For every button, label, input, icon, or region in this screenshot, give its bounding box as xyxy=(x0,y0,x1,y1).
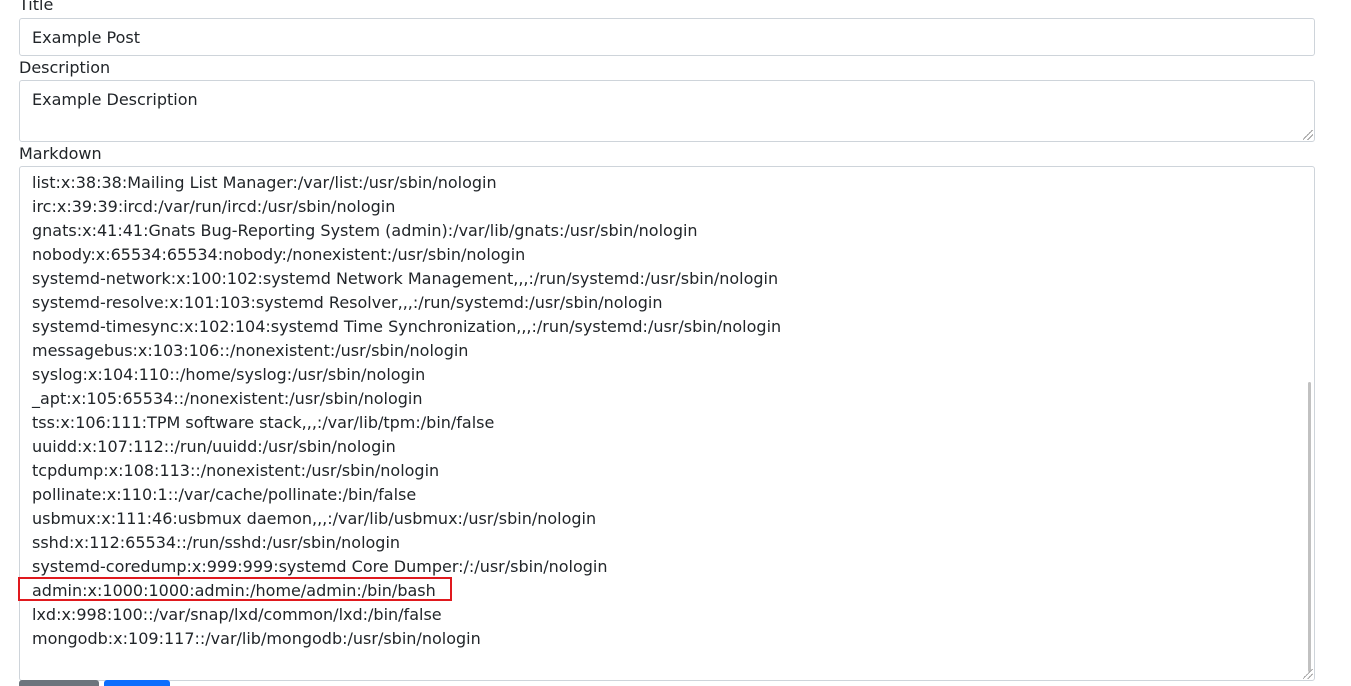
markdown-content: list:x:38:38:Mailing List Manager:/var/l… xyxy=(32,171,1302,651)
markdown-line: usbmux:x:111:46:usbmux daemon,,,:/var/li… xyxy=(32,509,597,528)
resize-grip-icon[interactable] xyxy=(1303,669,1313,679)
primary-button[interactable] xyxy=(104,680,170,686)
markdown-line: messagebus:x:103:106::/nonexistent:/usr/… xyxy=(32,341,469,360)
markdown-label: Markdown xyxy=(19,144,102,163)
markdown-line: lxd:x:998:100::/var/snap/lxd/common/lxd:… xyxy=(32,605,442,624)
markdown-line: sshd:x:112:65534::/run/sshd:/usr/sbin/no… xyxy=(32,533,401,552)
markdown-line: gnats:x:41:41:Gnats Bug-Reporting System… xyxy=(32,221,698,240)
markdown-line: admin:x:1000:1000:admin:/home/admin:/bin… xyxy=(32,581,436,600)
markdown-line: uuidd:x:107:112::/run/uuidd:/usr/sbin/no… xyxy=(32,437,396,456)
markdown-line: syslog:x:104:110::/home/syslog:/usr/sbin… xyxy=(32,365,426,384)
description-textarea[interactable]: Example Description xyxy=(19,80,1315,142)
title-label: Title xyxy=(19,0,54,14)
markdown-line: systemd-network:x:100:102:systemd Networ… xyxy=(32,269,779,288)
markdown-line: systemd-timesync:x:102:104:systemd Time … xyxy=(32,317,782,336)
markdown-line: tcpdump:x:108:113::/nonexistent:/usr/sbi… xyxy=(32,461,440,480)
markdown-line: tss:x:106:111:TPM software stack,,,:/var… xyxy=(32,413,495,432)
markdown-line: list:x:38:38:Mailing List Manager:/var/l… xyxy=(32,173,497,192)
markdown-line: mongodb:x:109:117::/var/lib/mongodb:/usr… xyxy=(32,629,481,648)
markdown-textarea[interactable]: list:x:38:38:Mailing List Manager:/var/l… xyxy=(19,166,1315,681)
markdown-line: irc:x:39:39:ircd:/var/run/ircd:/usr/sbin… xyxy=(32,197,396,216)
title-input[interactable]: Example Post xyxy=(19,18,1315,56)
resize-grip-icon[interactable] xyxy=(1303,130,1313,140)
markdown-line: pollinate:x:110:1::/var/cache/pollinate:… xyxy=(32,485,417,504)
markdown-line: nobody:x:65534:65534:nobody:/nonexistent… xyxy=(32,245,526,264)
markdown-line: systemd-resolve:x:101:103:systemd Resolv… xyxy=(32,293,663,312)
markdown-line: _apt:x:105:65534::/nonexistent:/usr/sbin… xyxy=(32,389,423,408)
markdown-scrollbar[interactable] xyxy=(1308,382,1311,672)
description-label: Description xyxy=(19,58,111,77)
secondary-button[interactable] xyxy=(19,680,99,686)
description-text: Example Description xyxy=(32,90,198,109)
markdown-line: systemd-coredump:x:999:999:systemd Core … xyxy=(32,557,608,576)
